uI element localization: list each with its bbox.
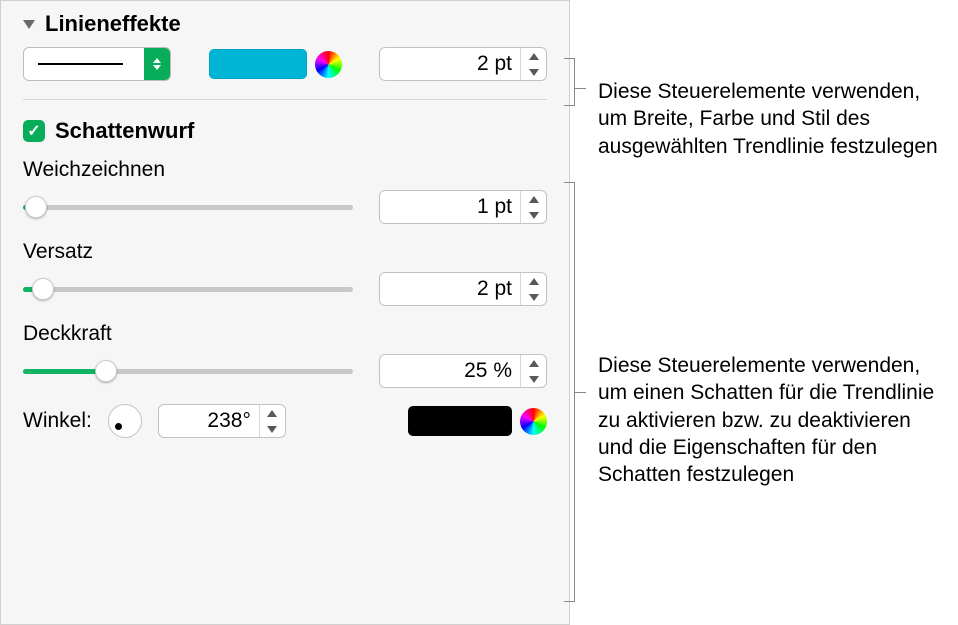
shadow-color-control: [408, 406, 547, 436]
opacity-label: Deckkraft: [23, 322, 547, 346]
color-wheel-icon[interactable]: [315, 51, 342, 78]
blur-group: Weichzeichnen 1 pt: [23, 158, 547, 224]
bracket-tick-icon: [574, 392, 586, 393]
checkmark-icon: ✓: [27, 121, 40, 141]
annotation-shadow-controls: Diese Steuerelemente verwenden, um einen…: [598, 352, 948, 488]
stroke-color-swatch[interactable]: [209, 49, 307, 79]
angle-indicator-icon: [115, 423, 122, 430]
annotation-line-controls: Diese Steuerelemente verwenden, um Breit…: [598, 78, 938, 160]
stroke-style-select[interactable]: [23, 47, 171, 81]
stroke-color-control: [209, 49, 342, 79]
angle-value[interactable]: 238°: [159, 409, 259, 433]
step-down-icon[interactable]: [521, 289, 546, 305]
shadow-color-swatch[interactable]: [408, 406, 512, 436]
stroke-preview-icon: [38, 63, 123, 65]
opacity-field[interactable]: 25 %: [379, 354, 547, 388]
opacity-slider[interactable]: [23, 369, 353, 374]
step-down-icon[interactable]: [521, 207, 546, 223]
step-up-icon[interactable]: [521, 355, 546, 371]
stroke-dropdown-button[interactable]: [144, 48, 170, 80]
step-down-icon[interactable]: [521, 64, 546, 80]
angle-label: Winkel:: [23, 409, 92, 433]
opacity-value[interactable]: 25 %: [380, 359, 520, 383]
angle-field[interactable]: 238°: [158, 404, 286, 438]
shadow-checkbox-row: ✓ Schattenwurf: [23, 118, 547, 144]
disclosure-triangle-icon[interactable]: [23, 20, 35, 29]
step-down-icon[interactable]: [260, 421, 285, 437]
offset-field[interactable]: 2 pt: [379, 272, 547, 306]
offset-label: Versatz: [23, 240, 547, 264]
blur-value[interactable]: 1 pt: [380, 195, 520, 219]
bracket-icon: [574, 58, 575, 106]
step-down-icon[interactable]: [521, 371, 546, 387]
line-effects-header[interactable]: Linieneffekte: [23, 11, 547, 37]
step-up-icon[interactable]: [521, 191, 546, 207]
blur-field[interactable]: 1 pt: [379, 190, 547, 224]
offset-group: Versatz 2 pt: [23, 240, 547, 306]
slider-thumb-icon[interactable]: [25, 196, 47, 218]
updown-arrows-icon: [153, 58, 161, 70]
slider-fill: [23, 369, 106, 374]
step-up-icon[interactable]: [521, 273, 546, 289]
annotation-area: Diese Steuerelemente verwenden, um Breit…: [570, 0, 958, 625]
angle-row: Winkel: 238°: [23, 404, 547, 438]
shadow-checkbox[interactable]: ✓: [23, 120, 45, 142]
step-up-icon[interactable]: [260, 405, 285, 421]
divider: [23, 99, 547, 100]
blur-label: Weichzeichnen: [23, 158, 547, 182]
inspector-panel: Linieneffekte 2 pt ✓ Schattenwurf Weichz…: [0, 0, 570, 625]
step-up-icon[interactable]: [521, 48, 546, 64]
blur-stepper[interactable]: [520, 191, 546, 223]
stroke-width-value[interactable]: 2 pt: [380, 52, 520, 76]
bracket-icon: [574, 182, 575, 602]
offset-slider[interactable]: [23, 287, 353, 292]
color-wheel-icon[interactable]: [520, 408, 547, 435]
opacity-group: Deckkraft 25 %: [23, 322, 547, 388]
blur-slider[interactable]: [23, 205, 353, 210]
slider-thumb-icon[interactable]: [95, 360, 117, 382]
stroke-width-stepper[interactable]: [520, 48, 546, 80]
stroke-width-field[interactable]: 2 pt: [379, 47, 547, 81]
opacity-stepper[interactable]: [520, 355, 546, 387]
offset-stepper[interactable]: [520, 273, 546, 305]
angle-stepper[interactable]: [259, 405, 285, 437]
shadow-title: Schattenwurf: [55, 118, 194, 144]
slider-thumb-icon[interactable]: [32, 278, 54, 300]
line-style-row: 2 pt: [23, 47, 547, 81]
offset-value[interactable]: 2 pt: [380, 277, 520, 301]
bracket-tick-icon: [574, 88, 586, 89]
angle-dial[interactable]: [108, 404, 142, 438]
line-effects-title: Linieneffekte: [45, 11, 181, 37]
